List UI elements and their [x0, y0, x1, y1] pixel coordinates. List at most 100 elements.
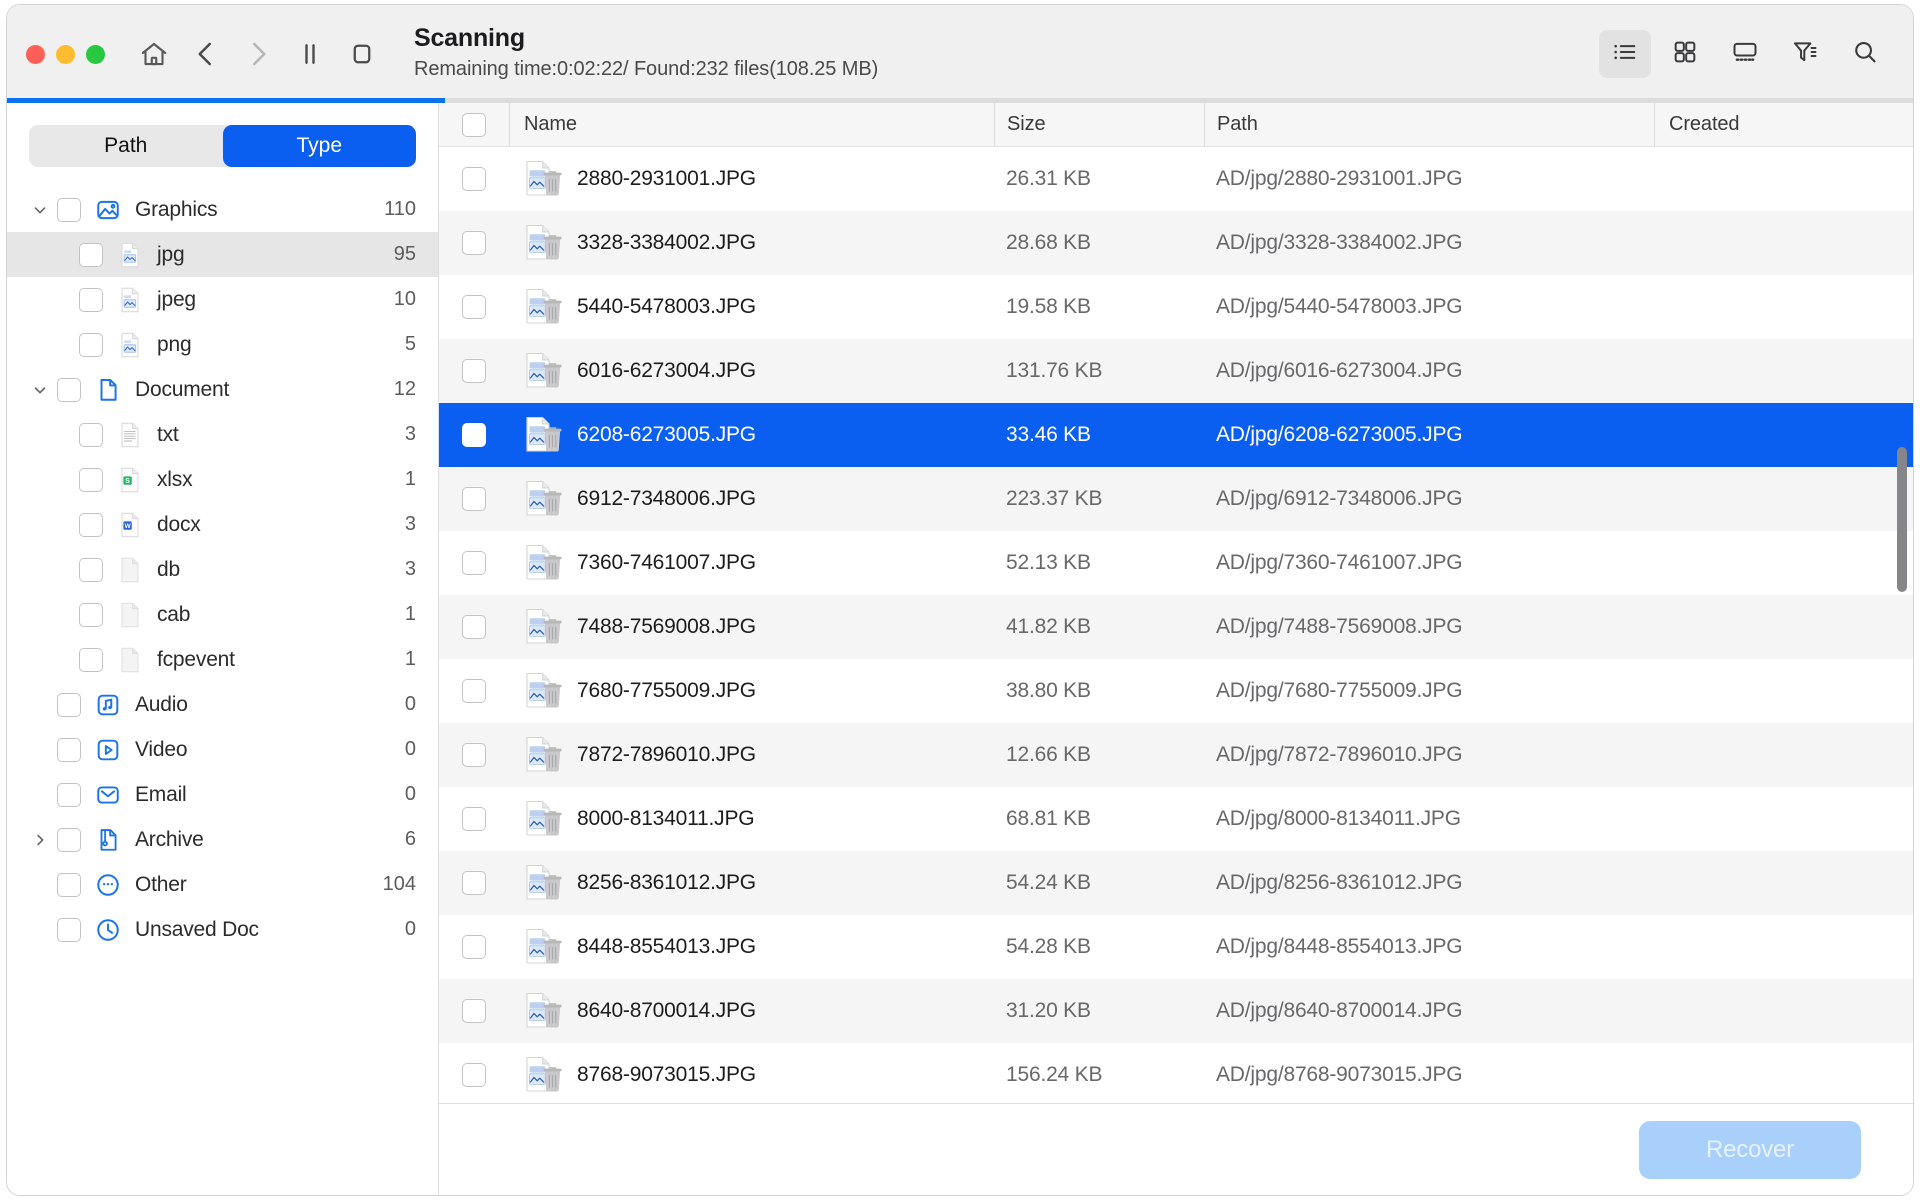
- row-checkbox[interactable]: [462, 1063, 486, 1087]
- sidebar-item-checkbox[interactable]: [79, 287, 103, 312]
- sidebar-item-checkbox[interactable]: [57, 377, 81, 402]
- table-row[interactable]: 8448-8554013.JPG 54.28 KB AD/jpg/8448-8554…: [439, 915, 1913, 979]
- row-checkbox-cell[interactable]: [439, 1043, 509, 1103]
- table-row[interactable]: 3328-3384002.JPG 28.68 KB AD/jpg/3328-3384…: [439, 211, 1913, 275]
- sidebar-item-checkbox[interactable]: [57, 737, 81, 762]
- grid-view-button[interactable]: [1659, 30, 1711, 78]
- table-row[interactable]: 8768-9073015.JPG 156.24 KB AD/jpg/8768-907…: [439, 1043, 1913, 1103]
- home-button[interactable]: [128, 28, 180, 80]
- sidebar-item-unsaved-doc[interactable]: Unsaved Doc 0: [7, 907, 438, 952]
- filter-button[interactable]: [1779, 30, 1831, 78]
- search-button[interactable]: [1839, 30, 1891, 78]
- segment-type[interactable]: Type: [222, 125, 416, 167]
- back-button[interactable]: [180, 28, 232, 80]
- list-view-button[interactable]: [1599, 30, 1651, 78]
- column-header-path[interactable]: Path: [1204, 103, 1654, 146]
- row-checkbox[interactable]: [462, 679, 486, 703]
- sidebar-item-checkbox[interactable]: [57, 917, 81, 942]
- row-checkbox-cell[interactable]: [439, 595, 509, 659]
- sidebar-item-checkbox[interactable]: [79, 467, 103, 492]
- sidebar-item-video[interactable]: Video 0: [7, 727, 438, 772]
- sidebar-item-jpg[interactable]: jpg 95: [7, 232, 438, 277]
- preview-view-button[interactable]: [1719, 30, 1771, 78]
- sidebar-item-checkbox[interactable]: [79, 647, 103, 672]
- sidebar-item-checkbox[interactable]: [79, 242, 103, 267]
- minimize-window-button[interactable]: [56, 44, 75, 64]
- close-window-button[interactable]: [26, 44, 45, 64]
- table-row[interactable]: 6208-6273005.JPG 33.46 KB AD/jpg/6208-6273…: [439, 403, 1913, 467]
- column-header-created[interactable]: Created: [1654, 103, 1913, 146]
- chevron-down-icon[interactable]: [25, 381, 55, 399]
- pause-scan-button[interactable]: [284, 28, 336, 80]
- column-header-name[interactable]: Name: [509, 103, 994, 146]
- forward-button[interactable]: [232, 28, 284, 80]
- table-row[interactable]: 6016-6273004.JPG 131.76 KB AD/jpg/6016-627…: [439, 339, 1913, 403]
- file-list[interactable]: 2880-2931001.JPG 26.31 KB AD/jpg/2880-2931…: [439, 147, 1913, 1103]
- stop-scan-button[interactable]: [336, 28, 388, 80]
- sidebar-item-checkbox[interactable]: [57, 782, 81, 807]
- sidebar-item-txt[interactable]: txt 3: [7, 412, 438, 457]
- row-checkbox[interactable]: [462, 295, 486, 319]
- maximize-window-button[interactable]: [86, 44, 105, 64]
- row-checkbox-cell[interactable]: [439, 147, 509, 211]
- sidebar-item-checkbox[interactable]: [79, 422, 103, 447]
- table-row[interactable]: 7680-7755009.JPG 38.80 KB AD/jpg/7680-7755…: [439, 659, 1913, 723]
- row-checkbox[interactable]: [462, 551, 486, 575]
- row-checkbox-cell[interactable]: [439, 979, 509, 1043]
- sidebar-item-archive[interactable]: Archive 6: [7, 817, 438, 862]
- sidebar-item-xlsx[interactable]: Sxlsx 1: [7, 457, 438, 502]
- sidebar-item-email[interactable]: Email 0: [7, 772, 438, 817]
- table-row[interactable]: 6912-7348006.JPG 223.37 KB AD/jpg/6912-734…: [439, 467, 1913, 531]
- sidebar-item-audio[interactable]: Audio 0: [7, 682, 438, 727]
- row-checkbox-cell[interactable]: [439, 403, 509, 467]
- sidebar-item-jpeg[interactable]: jpeg 10: [7, 277, 438, 322]
- row-checkbox[interactable]: [462, 999, 486, 1023]
- sidebar-item-checkbox[interactable]: [57, 692, 81, 717]
- table-row[interactable]: 8000-8134011.JPG 68.81 KB AD/jpg/8000-8134…: [439, 787, 1913, 851]
- sidebar-item-docx[interactable]: Wdocx 3: [7, 502, 438, 547]
- sidebar-item-document[interactable]: Document 12: [7, 367, 438, 412]
- sidebar-item-checkbox[interactable]: [79, 557, 103, 582]
- row-checkbox[interactable]: [462, 231, 486, 255]
- segment-path[interactable]: Path: [29, 125, 223, 167]
- sidebar-item-db[interactable]: db 3: [7, 547, 438, 592]
- row-checkbox[interactable]: [462, 359, 486, 383]
- recover-button[interactable]: Recover: [1639, 1120, 1861, 1179]
- row-checkbox[interactable]: [462, 871, 486, 895]
- table-row[interactable]: 8640-8700014.JPG 31.20 KB AD/jpg/8640-8700…: [439, 979, 1913, 1043]
- sidebar-item-checkbox[interactable]: [57, 197, 81, 222]
- row-checkbox[interactable]: [462, 743, 486, 767]
- row-checkbox[interactable]: [462, 615, 486, 639]
- row-checkbox-cell[interactable]: [439, 851, 509, 915]
- row-checkbox[interactable]: [462, 167, 486, 191]
- row-checkbox-cell[interactable]: [439, 211, 509, 275]
- sidebar-item-graphics[interactable]: Graphics 110: [7, 187, 438, 232]
- row-checkbox[interactable]: [462, 807, 486, 831]
- sidebar-item-checkbox[interactable]: [57, 827, 81, 852]
- row-checkbox-cell[interactable]: [439, 659, 509, 723]
- row-checkbox-cell[interactable]: [439, 275, 509, 339]
- table-row[interactable]: 7488-7569008.JPG 41.82 KB AD/jpg/7488-7569…: [439, 595, 1913, 659]
- sidebar-item-cab[interactable]: cab 1: [7, 592, 438, 637]
- row-checkbox[interactable]: [462, 935, 486, 959]
- row-checkbox[interactable]: [462, 487, 486, 511]
- row-checkbox-cell[interactable]: [439, 787, 509, 851]
- sidebar-item-checkbox[interactable]: [57, 872, 81, 897]
- table-row[interactable]: 2880-2931001.JPG 26.31 KB AD/jpg/2880-2931…: [439, 147, 1913, 211]
- row-checkbox-cell[interactable]: [439, 339, 509, 403]
- select-all-checkbox[interactable]: [462, 112, 486, 137]
- row-checkbox-cell[interactable]: [439, 723, 509, 787]
- chevron-down-icon[interactable]: [25, 201, 55, 219]
- sidebar-item-png[interactable]: png 5: [7, 322, 438, 367]
- table-row[interactable]: 8256-8361012.JPG 54.24 KB AD/jpg/8256-8361…: [439, 851, 1913, 915]
- table-row[interactable]: 5440-5478003.JPG 19.58 KB AD/jpg/5440-5478…: [439, 275, 1913, 339]
- sidebar-item-other[interactable]: Other 104: [7, 862, 438, 907]
- row-checkbox-cell[interactable]: [439, 915, 509, 979]
- sidebar-item-checkbox[interactable]: [79, 332, 103, 357]
- select-all-header[interactable]: [439, 103, 509, 146]
- table-row[interactable]: 7360-7461007.JPG 52.13 KB AD/jpg/7360-7461…: [439, 531, 1913, 595]
- column-header-size[interactable]: Size: [994, 103, 1204, 146]
- sidebar-item-checkbox[interactable]: [79, 602, 103, 627]
- sidebar-item-checkbox[interactable]: [79, 512, 103, 537]
- sidebar-item-fcpevent[interactable]: fcpevent 1: [7, 637, 438, 682]
